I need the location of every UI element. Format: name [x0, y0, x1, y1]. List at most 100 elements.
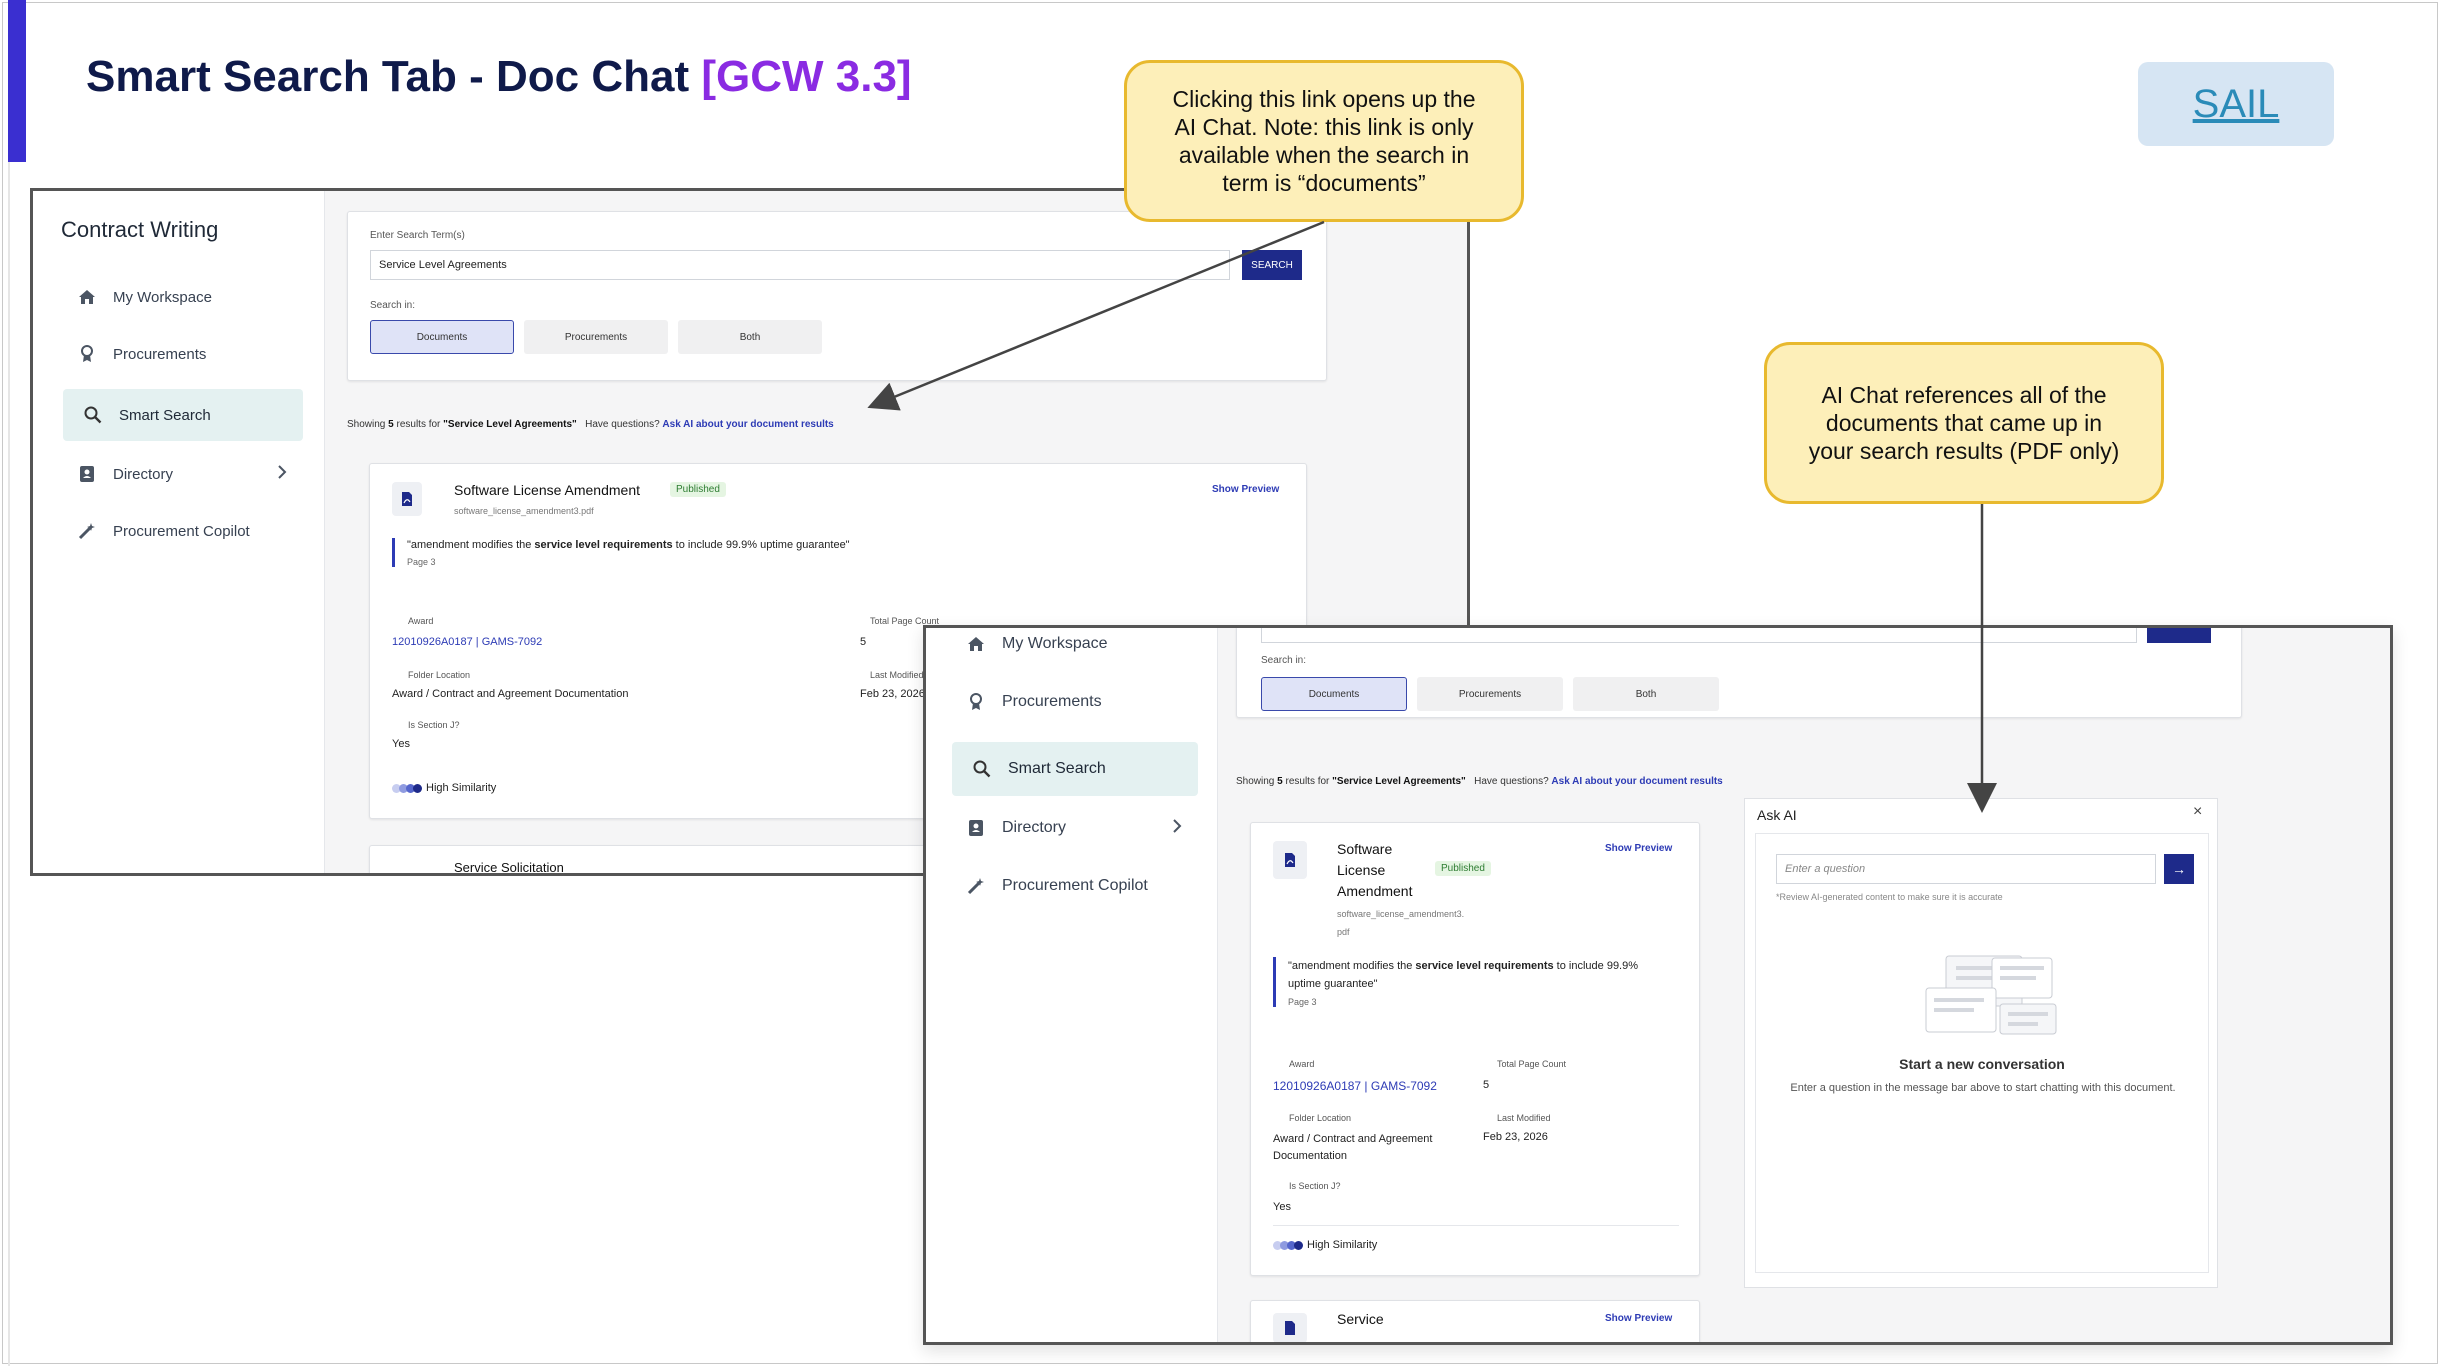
option-procurements[interactable]: Procurements	[524, 320, 668, 354]
similarity-dots	[1273, 1240, 1303, 1250]
search-card: Search in: Documents Procurements Both	[1236, 628, 2242, 718]
ask-ai-link[interactable]: Ask AI about your document results	[662, 419, 833, 430]
section-j-label: Is Section J?	[1289, 1181, 1341, 1191]
magic-wand-icon	[77, 521, 97, 541]
show-preview-link[interactable]: Show Preview	[1605, 843, 1672, 854]
option-both[interactable]: Both	[678, 320, 822, 354]
option-both[interactable]: Both	[1573, 677, 1719, 711]
option-procurements[interactable]: Procurements	[1417, 677, 1563, 711]
search-in-label: Search in:	[1261, 655, 1307, 666]
sidebar-item-label: My Workspace	[1002, 635, 1108, 652]
search-icon	[83, 405, 103, 425]
ask-ai-panel: Ask AI × Enter a question → *Review AI-g…	[1744, 798, 2218, 1288]
question-input[interactable]: Enter a question	[1776, 854, 2156, 884]
section-j-value: Yes	[1273, 1201, 1291, 1213]
search-in-label: Search in:	[370, 300, 416, 311]
section-j-label: Is Section J?	[408, 720, 460, 730]
folder-value: Award / Contract and Agreement Documenta…	[1273, 1133, 1433, 1162]
sidebar-item-label: Directory	[1002, 819, 1067, 836]
send-button[interactable]: →	[2164, 854, 2194, 884]
award-link[interactable]: 12010926A0187 | GAMS-7092	[1273, 1079, 1437, 1093]
left-divider	[8, 162, 10, 1366]
search-term-label: Enter Search Term(s)	[370, 230, 465, 241]
sidebar: My Workspace Procurements Smart Search D…	[926, 628, 1218, 1342]
sidebar-item-smart-search[interactable]: Smart Search	[952, 742, 1198, 796]
sidebar-item-label: Smart Search	[119, 406, 211, 424]
section-j-value: Yes	[392, 738, 410, 750]
sidebar-item-label: Directory	[113, 465, 174, 483]
search-input[interactable]: Service Level Agreements	[370, 250, 1230, 280]
total-pages-label: Total Page Count	[1497, 1059, 1567, 1069]
award-link[interactable]: 12010926A0187 | GAMS-7092	[392, 636, 542, 648]
similarity-indicator: High Similarity	[1273, 1239, 1377, 1251]
sidebar-title: Contract Writing	[61, 217, 219, 242]
search-button[interactable]	[2147, 628, 2211, 643]
status-badge: Published	[670, 482, 726, 497]
close-icon[interactable]: ×	[2193, 803, 2202, 821]
search-input[interactable]	[1261, 628, 2137, 643]
sail-link[interactable]: SAIL	[2138, 62, 2334, 146]
callout-ask-ai-link: Clicking this link opens up the AI Chat.…	[1124, 60, 1524, 222]
pdf-icon	[1273, 1313, 1307, 1342]
result-quote: "amendment modifies the service level re…	[392, 538, 1272, 567]
sidebar-item-procurements[interactable]: Procurements	[952, 682, 1192, 722]
sidebar-item-smart-search[interactable]: Smart Search	[63, 389, 303, 441]
ask-ai-title: Ask AI	[1757, 807, 1797, 823]
award-label: Award	[408, 616, 434, 626]
slide-title-text: Smart Search Tab - Doc Chat	[86, 52, 690, 101]
sidebar-item-label: Smart Search	[1008, 760, 1106, 777]
sidebar-item-label: Procurement Copilot	[1002, 877, 1148, 894]
magic-wand-icon	[966, 876, 986, 896]
result-filename: software_license_amendment3.pdf	[1337, 909, 1465, 937]
search-button[interactable]: SEARCH	[1242, 250, 1302, 280]
award-icon	[966, 692, 986, 712]
result-title-partial: Service	[1337, 1311, 1384, 1327]
modified-label: Last Modified	[870, 670, 924, 680]
result-quote: "amendment modifies the service level re…	[1273, 957, 1673, 1007]
similarity-dots	[392, 783, 422, 793]
quote-page: Page 3	[407, 557, 436, 567]
sidebar-item-procurements[interactable]: Procurements	[63, 336, 303, 372]
sidebar-item-label: Procurements	[113, 345, 207, 363]
total-pages-value: 5	[860, 636, 867, 648]
sidebar-item-procurement-copilot[interactable]: Procurement Copilot	[63, 513, 303, 549]
modified-value: Feb 23, 2026	[860, 688, 925, 700]
sidebar-item-directory[interactable]: Directory	[952, 808, 1198, 848]
folder-label: Folder Location	[1289, 1113, 1352, 1123]
sidebar-item-label: Procurement Copilot	[113, 522, 250, 540]
option-documents[interactable]: Documents	[370, 320, 514, 354]
result-title-partial: Service Solicitation	[454, 860, 564, 875]
result-title[interactable]: Software License Amendment	[1337, 839, 1427, 902]
screenshot-ask-ai: My Workspace Procurements Smart Search D…	[923, 625, 2393, 1345]
ask-ai-body: Enter a question → *Review AI-generated …	[1755, 833, 2209, 1273]
award-icon	[77, 344, 97, 364]
result-filename: software_license_amendment3.pdf	[454, 506, 594, 516]
status-badge: Published	[1435, 861, 1491, 876]
empty-state-title: Start a new conversation	[1899, 1056, 2065, 1072]
sidebar-item-my-workspace[interactable]: My Workspace	[952, 628, 1192, 664]
result-card-partial[interactable]: Service Show Preview	[1250, 1300, 1700, 1342]
result-card[interactable]: Software License Amendment Published Sho…	[1250, 822, 1700, 1276]
search-icon	[972, 759, 992, 779]
home-icon	[966, 634, 986, 654]
result-title[interactable]: Software License Amendment	[454, 482, 640, 498]
results-summary: Showing 5 results for "Service Level Agr…	[1236, 776, 1723, 787]
accent-bar	[8, 0, 26, 162]
callout-ai-chat-references: AI Chat references all of the documents …	[1764, 342, 2164, 504]
chevron-right-icon	[1172, 818, 1182, 838]
show-preview-link[interactable]: Show Preview	[1212, 484, 1279, 495]
show-preview-link[interactable]: Show Preview	[1605, 1313, 1672, 1324]
sidebar-item-my-workspace[interactable]: My Workspace	[63, 279, 303, 315]
sidebar-item-procurement-copilot[interactable]: Procurement Copilot	[952, 866, 1198, 906]
divider	[1273, 1225, 1679, 1226]
slide-version: [GCW 3.3]	[701, 52, 912, 101]
ask-ai-link[interactable]: Ask AI about your document results	[1551, 776, 1722, 787]
sidebar-item-label: Procurements	[1002, 693, 1102, 710]
pdf-icon	[392, 482, 422, 516]
similarity-indicator: High Similarity	[392, 782, 496, 794]
sidebar-item-directory[interactable]: Directory	[63, 456, 303, 492]
results-summary: Showing 5 results for "Service Level Agr…	[347, 419, 834, 430]
search-card: Enter Search Term(s) Service Level Agree…	[347, 211, 1327, 381]
empty-state-description: Enter a question in the message bar abov…	[1790, 1082, 2176, 1094]
option-documents[interactable]: Documents	[1261, 677, 1407, 711]
